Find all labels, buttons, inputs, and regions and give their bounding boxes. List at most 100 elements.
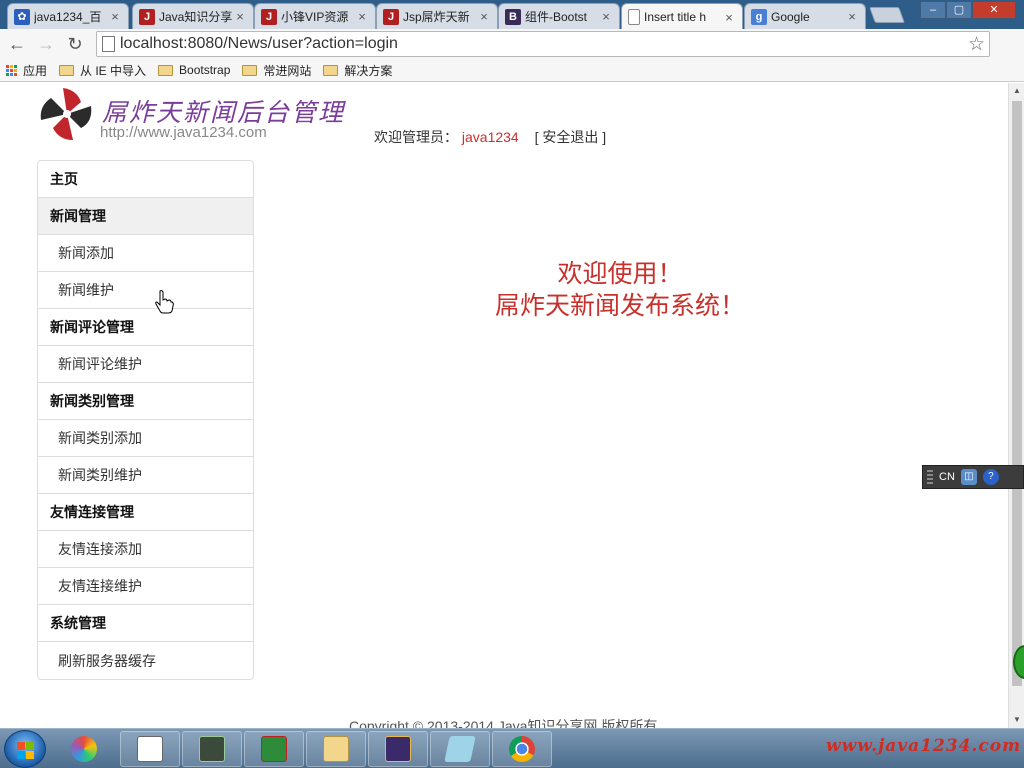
bookmark-label: 解决方案 [344,63,393,78]
terminal-icon [199,736,225,762]
nav-link[interactable]: 新闻类别添加 [38,420,253,457]
bookmark-label: 常进网站 [263,63,312,78]
tab-title: 组件-Bootst [525,10,588,24]
taskbar-app-notes[interactable] [430,731,490,767]
ime-options-icon[interactable]: ◫ [960,469,977,485]
drag-handle-icon[interactable] [927,470,933,484]
tab-1[interactable]: ✿ java1234_百 × [7,3,129,29]
bookmark-star-icon[interactable]: ☆ [968,33,985,56]
bookmark-folder-3[interactable]: 常进网站 [242,62,311,79]
bookmark-label: 从 IE 中导入 [80,63,147,78]
folder-icon [323,736,349,762]
nav-section-header[interactable]: 主页 [38,161,253,198]
bookmark-folder-4[interactable]: 解决方案 [323,62,392,79]
nav-link[interactable]: 新闻评论维护 [38,346,253,383]
pinwheel-logo-icon [40,88,92,140]
welcome-bar: 欢迎管理员： java1234 [ 安全退出 ] [374,127,606,147]
page-icon [628,9,640,25]
java-j-icon: J [139,8,155,25]
tab-5[interactable]: B 组件-Bootst × [498,3,620,29]
page-content: 屌炸天新闻后台管理 http://www.java1234.com 欢迎管理员：… [0,83,1008,728]
folder-icon [158,64,174,76]
taskbar-app-chrome[interactable] [492,731,552,767]
forward-arrow-icon[interactable]: → [35,33,57,55]
bookmark-folder-1[interactable]: 从 IE 中导入 [59,62,146,79]
maximize-button[interactable]: ▢ [946,1,972,19]
nav-section-header[interactable]: 系统管理 [38,605,253,642]
taskbar-app-recorder[interactable] [244,731,304,767]
scrollbar-thumb[interactable] [1012,101,1022,686]
close-tab-icon[interactable]: × [233,9,247,24]
browser-tab-strip: ✿ java1234_百 × J Java知识分享 × J 小锋VIP资源 × J Jsp屌炸天新 ×… [0,0,1024,30]
nav-section-header[interactable]: 友情连接管理 [38,494,253,531]
greeting-line-1: 欢迎使用！ [557,259,683,288]
ime-language-bar: CN ◫ ? [922,465,1024,489]
tab-title: Google [771,9,810,24]
sidebar-nav: 主页 新闻管理 新闻添加 新闻维护 新闻评论管理 新闻评论维护 新闻类别管理 新闻类别添加 新闻… [37,160,254,680]
browser-toolbar: ← → ↻ localhost:8080/News/user?action=lo… [0,29,1024,77]
tab-7[interactable]: g Google × [744,3,866,29]
apps-grid-icon [6,64,17,76]
back-arrow-icon[interactable]: ← [6,33,28,55]
bookmarks-bar: 应用 从 IE 中导入 Bootstrap 常进网站 解决方案 [0,59,1024,82]
welcome-greeting: 欢迎使用！ 屌炸天新闻发布系统！ [470,258,770,322]
close-tab-icon[interactable]: × [599,9,613,24]
bookmark-label: 应用 [23,63,48,78]
ime-language-label[interactable]: CN [939,471,955,483]
tab-3[interactable]: J 小锋VIP资源 × [254,3,376,29]
scroll-up-icon[interactable]: ▲ [1009,83,1024,99]
bookmark-folder-2[interactable]: Bootstrap [158,63,230,77]
reload-icon[interactable]: ↻ [64,33,86,55]
close-window-button[interactable]: ✕ [972,1,1016,19]
page-scrollbar[interactable]: ▲ ▼ [1008,83,1024,728]
help-icon[interactable]: ? [982,469,999,485]
scroll-down-icon[interactable]: ▼ [1009,712,1024,728]
taskbar-app-eclipse[interactable] [368,731,428,767]
nav-section-header[interactable]: 新闻类别管理 [38,383,253,420]
tab-title: 小锋VIP资源 [281,10,349,24]
folder-icon [323,64,339,76]
paw-icon: ✿ [14,8,30,25]
tab-title: Insert title h [644,10,707,24]
logout-link[interactable]: [ 安全退出 ] [535,129,607,145]
nav-link[interactable]: 新闻类别维护 [38,457,253,494]
url-text[interactable]: localhost:8080/News/user?action=login [120,35,398,53]
taskbar-app-notepad[interactable] [120,731,180,767]
tab-title: Java知识分享 [159,10,233,24]
tab-6[interactable]: Insert title h × [621,3,743,30]
nav-section-header[interactable]: 新闻管理 [38,198,253,235]
close-tab-icon[interactable]: × [722,10,736,25]
new-tab-button[interactable] [869,7,905,23]
taskbar-app-picasa[interactable] [54,731,114,767]
close-tab-icon[interactable]: × [108,9,122,24]
close-tab-icon[interactable]: × [477,9,491,24]
java-j-icon: J [261,8,277,25]
site-watermark: www.java1234.com [826,736,1022,756]
nav-link[interactable]: 友情连接添加 [38,531,253,568]
document-icon [137,736,163,762]
nav-link[interactable]: 刷新服务器缓存 [38,642,253,679]
tab-title: java1234_百 [34,10,102,24]
nav-link[interactable]: 新闻维护 [38,272,253,309]
nav-section-header[interactable]: 新闻评论管理 [38,309,253,346]
page-icon [102,36,115,52]
tab-title: Jsp屌炸天新 [403,10,470,24]
eclipse-ide-icon [385,736,411,762]
close-tab-icon[interactable]: × [355,9,369,24]
taskbar-app-explorer[interactable] [306,731,366,767]
minimize-button[interactable]: – [920,1,946,19]
start-button[interactable] [4,730,46,768]
tab-2[interactable]: J Java知识分享 × [132,3,254,29]
nav-link[interactable]: 新闻添加 [38,235,253,272]
taskbar-app-editor[interactable] [182,731,242,767]
picasa-icon [71,736,97,762]
welcome-label: 欢迎管理员： [374,129,458,145]
java-j-icon: J [383,8,399,25]
folder-icon [59,64,75,76]
tab-4[interactable]: J Jsp屌炸天新 × [376,3,498,29]
nav-link[interactable]: 友情连接维护 [38,568,253,605]
close-tab-icon[interactable]: × [845,9,859,24]
bookmark-apps[interactable]: 应用 [6,62,47,79]
address-bar[interactable]: localhost:8080/News/user?action=login ☆ [96,31,990,57]
logo-url: http://www.java1234.com [100,124,267,141]
